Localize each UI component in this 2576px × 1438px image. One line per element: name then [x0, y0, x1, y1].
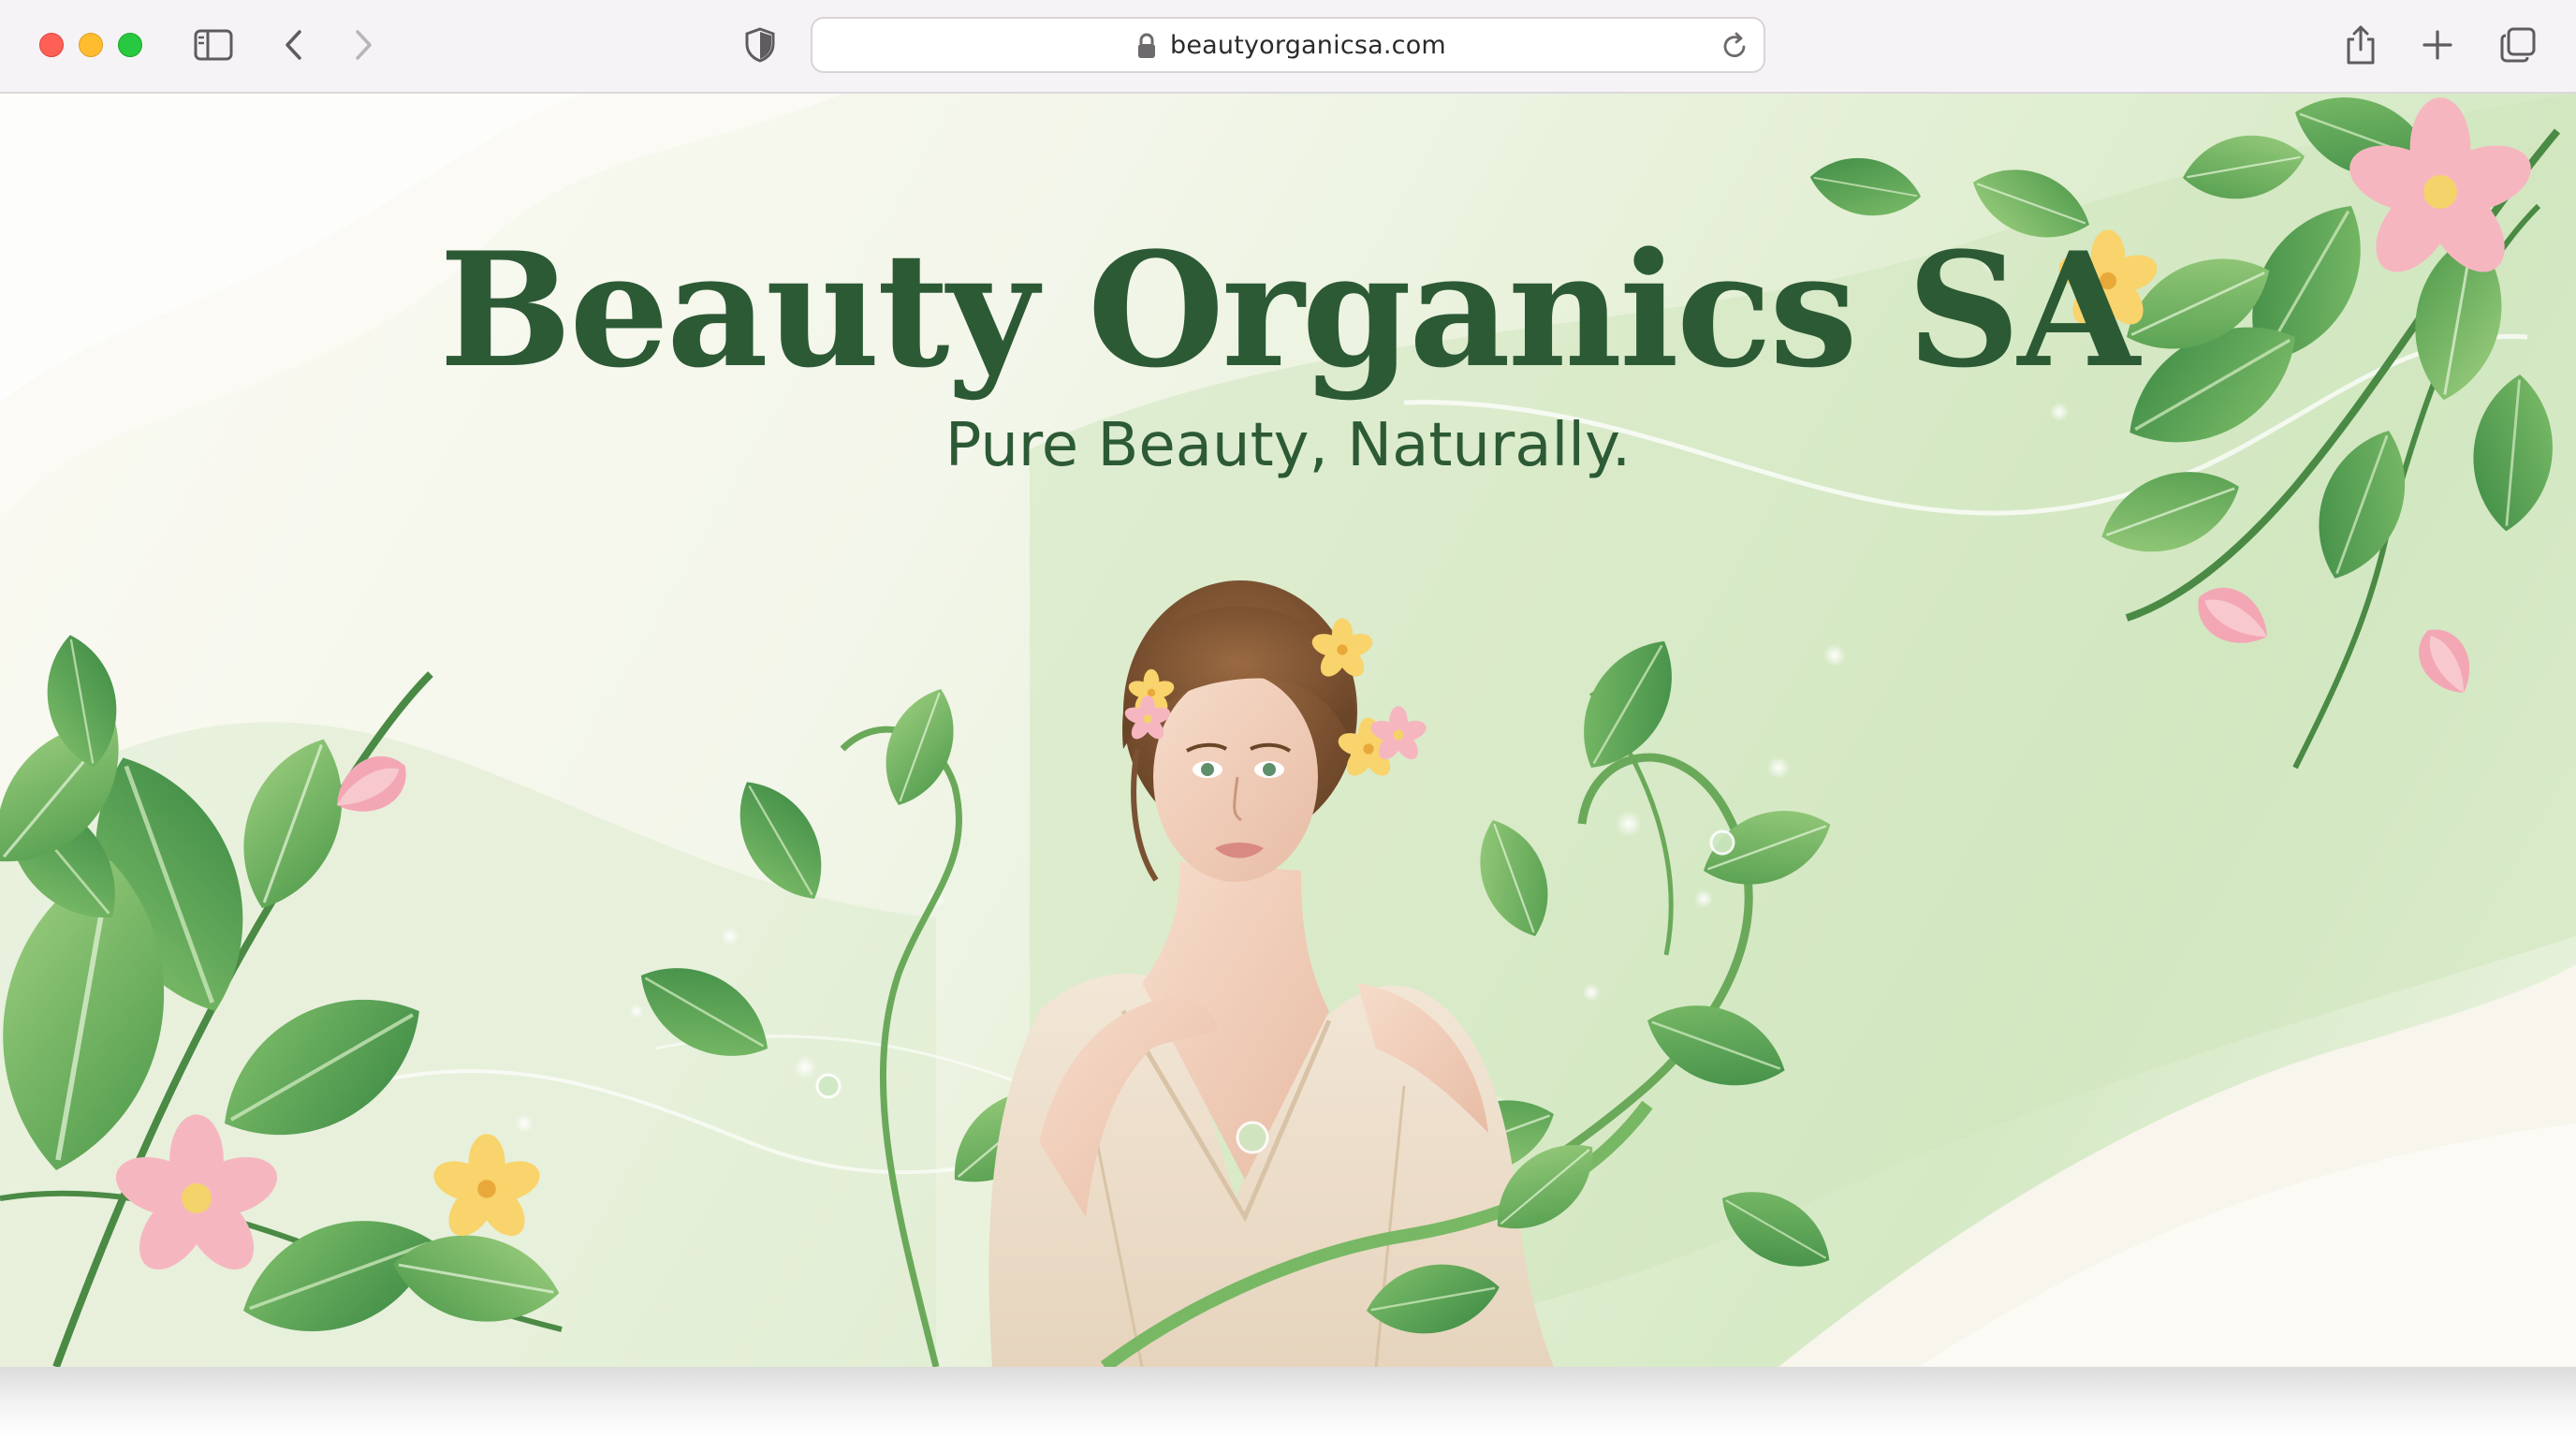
share-button[interactable]	[2336, 21, 2385, 69]
tab-overview-button[interactable]	[2494, 21, 2542, 69]
tabs-overview-icon	[2500, 27, 2536, 63]
new-tab-button[interactable]	[2413, 21, 2462, 69]
reload-icon[interactable]	[1720, 31, 1750, 61]
browser-window: beautyorganicsa.com Beauty Organics SA P…	[0, 0, 2576, 1438]
forward-icon	[356, 30, 372, 60]
address-bar[interactable]: beautyorganicsa.com	[811, 17, 1765, 73]
share-icon	[2347, 25, 2375, 65]
back-icon	[285, 30, 301, 60]
lock-icon	[1138, 33, 1155, 58]
close-window-button[interactable]	[39, 33, 64, 57]
hero-title: Beauty Organics SA	[439, 217, 2140, 403]
minimize-window-button[interactable]	[79, 33, 103, 57]
shield-icon	[745, 27, 775, 63]
maximize-window-button[interactable]	[118, 33, 142, 57]
privacy-report-button[interactable]	[736, 21, 784, 69]
browser-toolbar: beautyorganicsa.com	[0, 0, 2576, 94]
hero-section: Beauty Organics SA Pure Beauty, Naturall…	[0, 94, 2576, 1367]
url-text: beautyorganicsa.com	[1170, 31, 1446, 60]
sidebar-toggle-button[interactable]	[189, 21, 238, 69]
sidebar-icon	[194, 29, 233, 61]
forward-button[interactable]	[339, 21, 388, 69]
hero-tagline: Pure Beauty, Naturally.	[944, 411, 1632, 480]
new-tab-icon	[2422, 30, 2452, 60]
back-button[interactable]	[270, 21, 318, 69]
window-shadow	[0, 1367, 2576, 1438]
